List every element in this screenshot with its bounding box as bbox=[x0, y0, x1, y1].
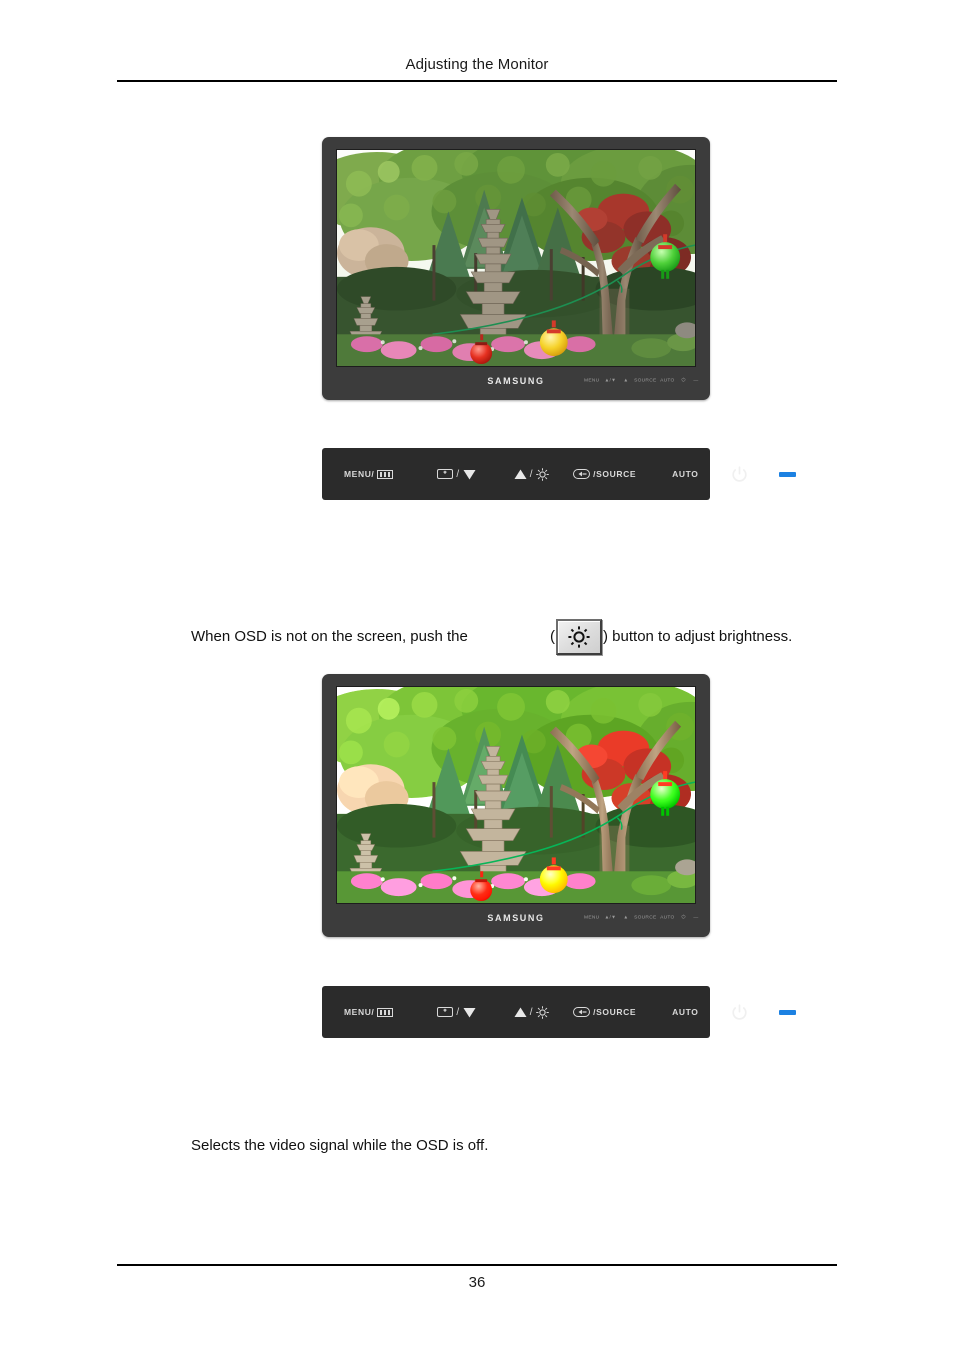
bezel-key-row: MENU ▲/▼ ▲ SOURCE AUTO ⏻ — bbox=[584, 377, 699, 383]
bezel-key-up[interactable]: ▲ bbox=[623, 377, 628, 382]
brightness-text-after: button to adjust brightness. bbox=[612, 627, 793, 645]
menu-button[interactable]: MENU/ bbox=[344, 469, 394, 479]
bezel-key-auto[interactable]: AUTO bbox=[661, 914, 675, 919]
slash-separator: / bbox=[456, 468, 460, 480]
screen-image-garden-scene bbox=[337, 150, 695, 366]
menu-button-label: MENU/ bbox=[344, 469, 375, 479]
paren-open: ( bbox=[550, 627, 555, 645]
bezel-key-auto[interactable]: AUTO bbox=[661, 377, 675, 382]
menu-button-label: MENU/ bbox=[344, 1007, 375, 1017]
bezel-key-led: — bbox=[693, 377, 699, 383]
power-led-indicator bbox=[779, 1009, 797, 1015]
monitor-figure-brightness: SAMSUNG MENU ▲/▼ ▲ SOURCE AUTO ⏻ — bbox=[322, 137, 710, 400]
page-header: Adjusting the Monitor bbox=[405, 56, 549, 73]
triangle-up-icon bbox=[514, 469, 527, 480]
source-button-label: /SOURCE bbox=[593, 469, 637, 479]
source-icon bbox=[573, 469, 591, 479]
bezel-key-led: — bbox=[693, 914, 699, 920]
bezel-key-power[interactable]: ⏻ bbox=[682, 914, 686, 919]
brightness-key-icon[interactable] bbox=[556, 619, 602, 655]
power-icon bbox=[730, 1003, 749, 1022]
bezel-key-updown[interactable]: ▲/▼ bbox=[605, 914, 617, 919]
menu-button[interactable]: MENU/ bbox=[344, 1007, 394, 1017]
monitor-bottom-bezel: SAMSUNG MENU ▲/▼ ▲ SOURCE AUTO ⏻ — bbox=[322, 906, 710, 937]
plus-box-icon bbox=[437, 469, 454, 479]
up-brightness-button[interactable]: / bbox=[514, 1005, 550, 1019]
bezel-key-row: MENU ▲/▼ ▲ SOURCE AUTO ⏻ — bbox=[584, 914, 699, 920]
control-panel-brightness: MENU/ / / /SOURCE AUTO bbox=[322, 448, 797, 500]
menu-bars-icon bbox=[377, 469, 394, 479]
bezel-key-menu[interactable]: MENU bbox=[584, 914, 599, 919]
power-button[interactable] bbox=[730, 465, 749, 484]
slash-separator: / bbox=[529, 468, 534, 480]
plus-box-icon bbox=[437, 1007, 454, 1017]
led-indicator bbox=[779, 1009, 797, 1015]
monitor-figure-source: SAMSUNG MENU ▲/▼ ▲ SOURCE AUTO ⏻ — bbox=[322, 674, 710, 937]
brightness-sun-icon bbox=[536, 1005, 550, 1019]
power-led-indicator bbox=[779, 471, 797, 477]
brightness-sun-icon bbox=[536, 467, 550, 481]
power-icon bbox=[730, 465, 749, 484]
triangle-down-icon bbox=[463, 469, 476, 480]
source-button[interactable]: /SOURCE bbox=[573, 469, 636, 479]
brightness-text-before: When OSD is not on the screen, push the bbox=[191, 627, 468, 645]
header-rule bbox=[117, 80, 837, 82]
power-button[interactable] bbox=[730, 1003, 749, 1022]
bezel-key-menu[interactable]: MENU bbox=[584, 377, 599, 382]
footer-rule bbox=[117, 1264, 837, 1266]
auto-button-label: AUTO bbox=[672, 1007, 699, 1017]
down-adjust-button[interactable]: / bbox=[437, 468, 476, 480]
source-button[interactable]: /SOURCE bbox=[573, 1007, 636, 1017]
auto-button[interactable]: AUTO bbox=[672, 469, 698, 479]
led-indicator bbox=[779, 471, 797, 477]
bezel-key-up[interactable]: ▲ bbox=[623, 914, 628, 919]
bezel-key-power[interactable]: ⏻ bbox=[682, 377, 686, 382]
triangle-down-icon bbox=[463, 1007, 476, 1018]
page-number: 36 bbox=[468, 1274, 486, 1291]
menu-bars-icon bbox=[377, 1007, 394, 1017]
slash-separator: / bbox=[456, 1006, 460, 1018]
source-button-label: /SOURCE bbox=[593, 1007, 637, 1017]
source-icon bbox=[573, 1007, 591, 1017]
auto-button-label: AUTO bbox=[672, 469, 699, 479]
monitor-screen bbox=[336, 149, 696, 367]
brightness-instruction-paragraph: When OSD is not on the screen, push the … bbox=[191, 619, 792, 655]
bezel-key-source[interactable]: SOURCE bbox=[634, 377, 656, 382]
source-instruction-paragraph: Selects the video signal while the OSD i… bbox=[191, 1137, 489, 1154]
bezel-key-source[interactable]: SOURCE bbox=[634, 914, 656, 919]
screen-image-garden-scene bbox=[337, 687, 695, 903]
monitor-screen bbox=[336, 686, 696, 904]
auto-button[interactable]: AUTO bbox=[672, 1007, 698, 1017]
down-adjust-button[interactable]: / bbox=[437, 1006, 476, 1018]
up-brightness-button[interactable]: / bbox=[514, 467, 550, 481]
triangle-up-icon bbox=[514, 1007, 527, 1018]
slash-separator: / bbox=[529, 1006, 534, 1018]
monitor-bottom-bezel: SAMSUNG MENU ▲/▼ ▲ SOURCE AUTO ⏻ — bbox=[322, 369, 710, 400]
control-panel-source: MENU/ / / /SOURCE AUTO bbox=[322, 986, 797, 1038]
bezel-key-updown[interactable]: ▲/▼ bbox=[605, 377, 617, 382]
paren-close: ) bbox=[603, 627, 608, 645]
